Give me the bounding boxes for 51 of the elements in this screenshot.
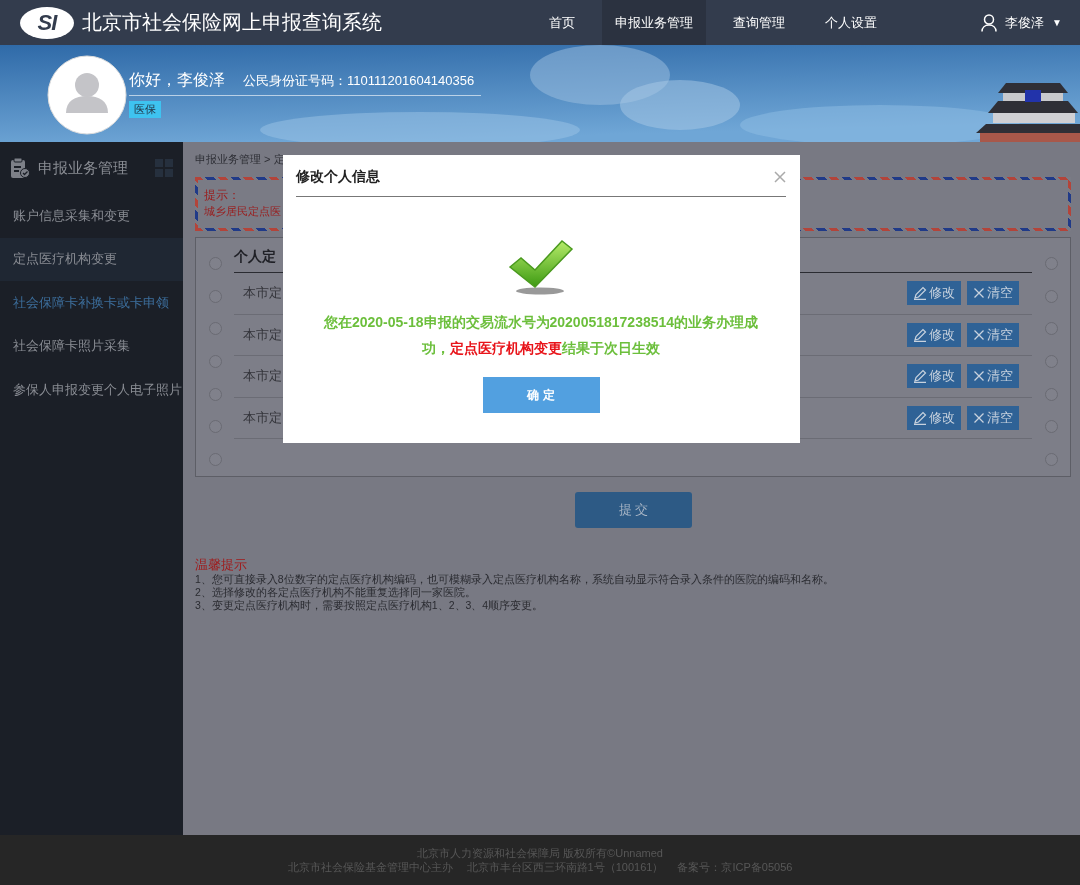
institution-name: 本市定 (243, 325, 282, 344)
sidebar-item[interactable]: 定点医疗机构变更 (0, 237, 183, 281)
sidebar-title: 申报业务管理 (38, 158, 129, 178)
pencil-icon (913, 369, 927, 384)
sidebar-item[interactable]: 参保人申报变更个人电子照片 (0, 368, 183, 412)
institution-name: 本市定 (243, 408, 282, 427)
institution-name: 本市定 (243, 367, 282, 386)
submit-button[interactable]: 提 交 (575, 492, 692, 528)
edit-button[interactable]: 修改 (907, 281, 961, 306)
panel-heading: 个人定 (234, 247, 276, 266)
clear-button[interactable]: 清空 (967, 281, 1019, 306)
close-icon (973, 411, 985, 424)
user-icon[interactable] (981, 13, 998, 32)
nav-tab[interactable]: 首页 (536, 0, 588, 45)
tip-text: 3、变更定点医疗机构时，需要按照定点医疗机构1、2、3、4顺序变更。 (195, 599, 545, 612)
nav-tab[interactable]: 查询管理 (720, 0, 798, 45)
clear-button[interactable]: 清空 (967, 364, 1019, 389)
clear-button[interactable]: 清空 (967, 322, 1019, 347)
close-icon (973, 370, 985, 383)
pencil-icon (913, 286, 927, 301)
edit-button[interactable]: 修改 (907, 322, 961, 347)
tip-text: 1、您可直接录入8位数字的定点医疗机构编码，也可模糊录入定点医疗机构名称，系统自动显示符合录入条件的医院的编码和名称。 (195, 573, 835, 586)
tips-title: 温馨提示 (195, 557, 248, 573)
nav-tab[interactable]: 个人设置 (812, 0, 890, 45)
user-name[interactable]: 李俊泽 (1005, 13, 1045, 32)
sidebar-item[interactable]: 账户信息采集和变更 (0, 194, 183, 238)
logo: SI (20, 6, 74, 39)
greeting: 你好，李俊泽 (129, 70, 225, 90)
edit-button[interactable]: 修改 (907, 364, 961, 389)
clipboard-icon (10, 157, 30, 179)
clear-button[interactable]: 清空 (967, 405, 1019, 430)
edit-button[interactable]: 修改 (907, 405, 961, 430)
institution-name: 本市定 (243, 284, 282, 303)
close-icon (973, 328, 985, 341)
nav-tab[interactable]: 申报业务管理 (602, 0, 706, 45)
sidebar-item[interactable]: 社会保障卡照片采集 (0, 324, 183, 368)
close-icon[interactable] (774, 170, 786, 183)
dialog-title: 修改个人信息 (296, 167, 380, 186)
checkmark-icon (508, 239, 574, 295)
close-icon (973, 287, 985, 300)
pencil-icon (913, 327, 927, 342)
site-title: 北京市社会保险网上申报查询系统 (82, 10, 382, 35)
dropdown-caret[interactable]: ▼ (1052, 17, 1062, 28)
insurance-tag: 医保 (129, 101, 161, 118)
notice-text: 城乡居民定点医 (204, 205, 282, 219)
id-number: 公民身份证号码：110111201604140356 (243, 72, 475, 90)
sidebar-item[interactable]: 社会保障卡补换卡或卡申领 (0, 281, 183, 325)
confirm-button[interactable]: 确 定 (482, 377, 600, 413)
pencil-icon (913, 410, 927, 425)
notice-title: 提示： (204, 187, 241, 204)
success-message: 您在2020-05-18申报的交易流水号为2020051817238514的业务办理成功，定点医疗机构变更结果于次日生效 (322, 313, 760, 358)
